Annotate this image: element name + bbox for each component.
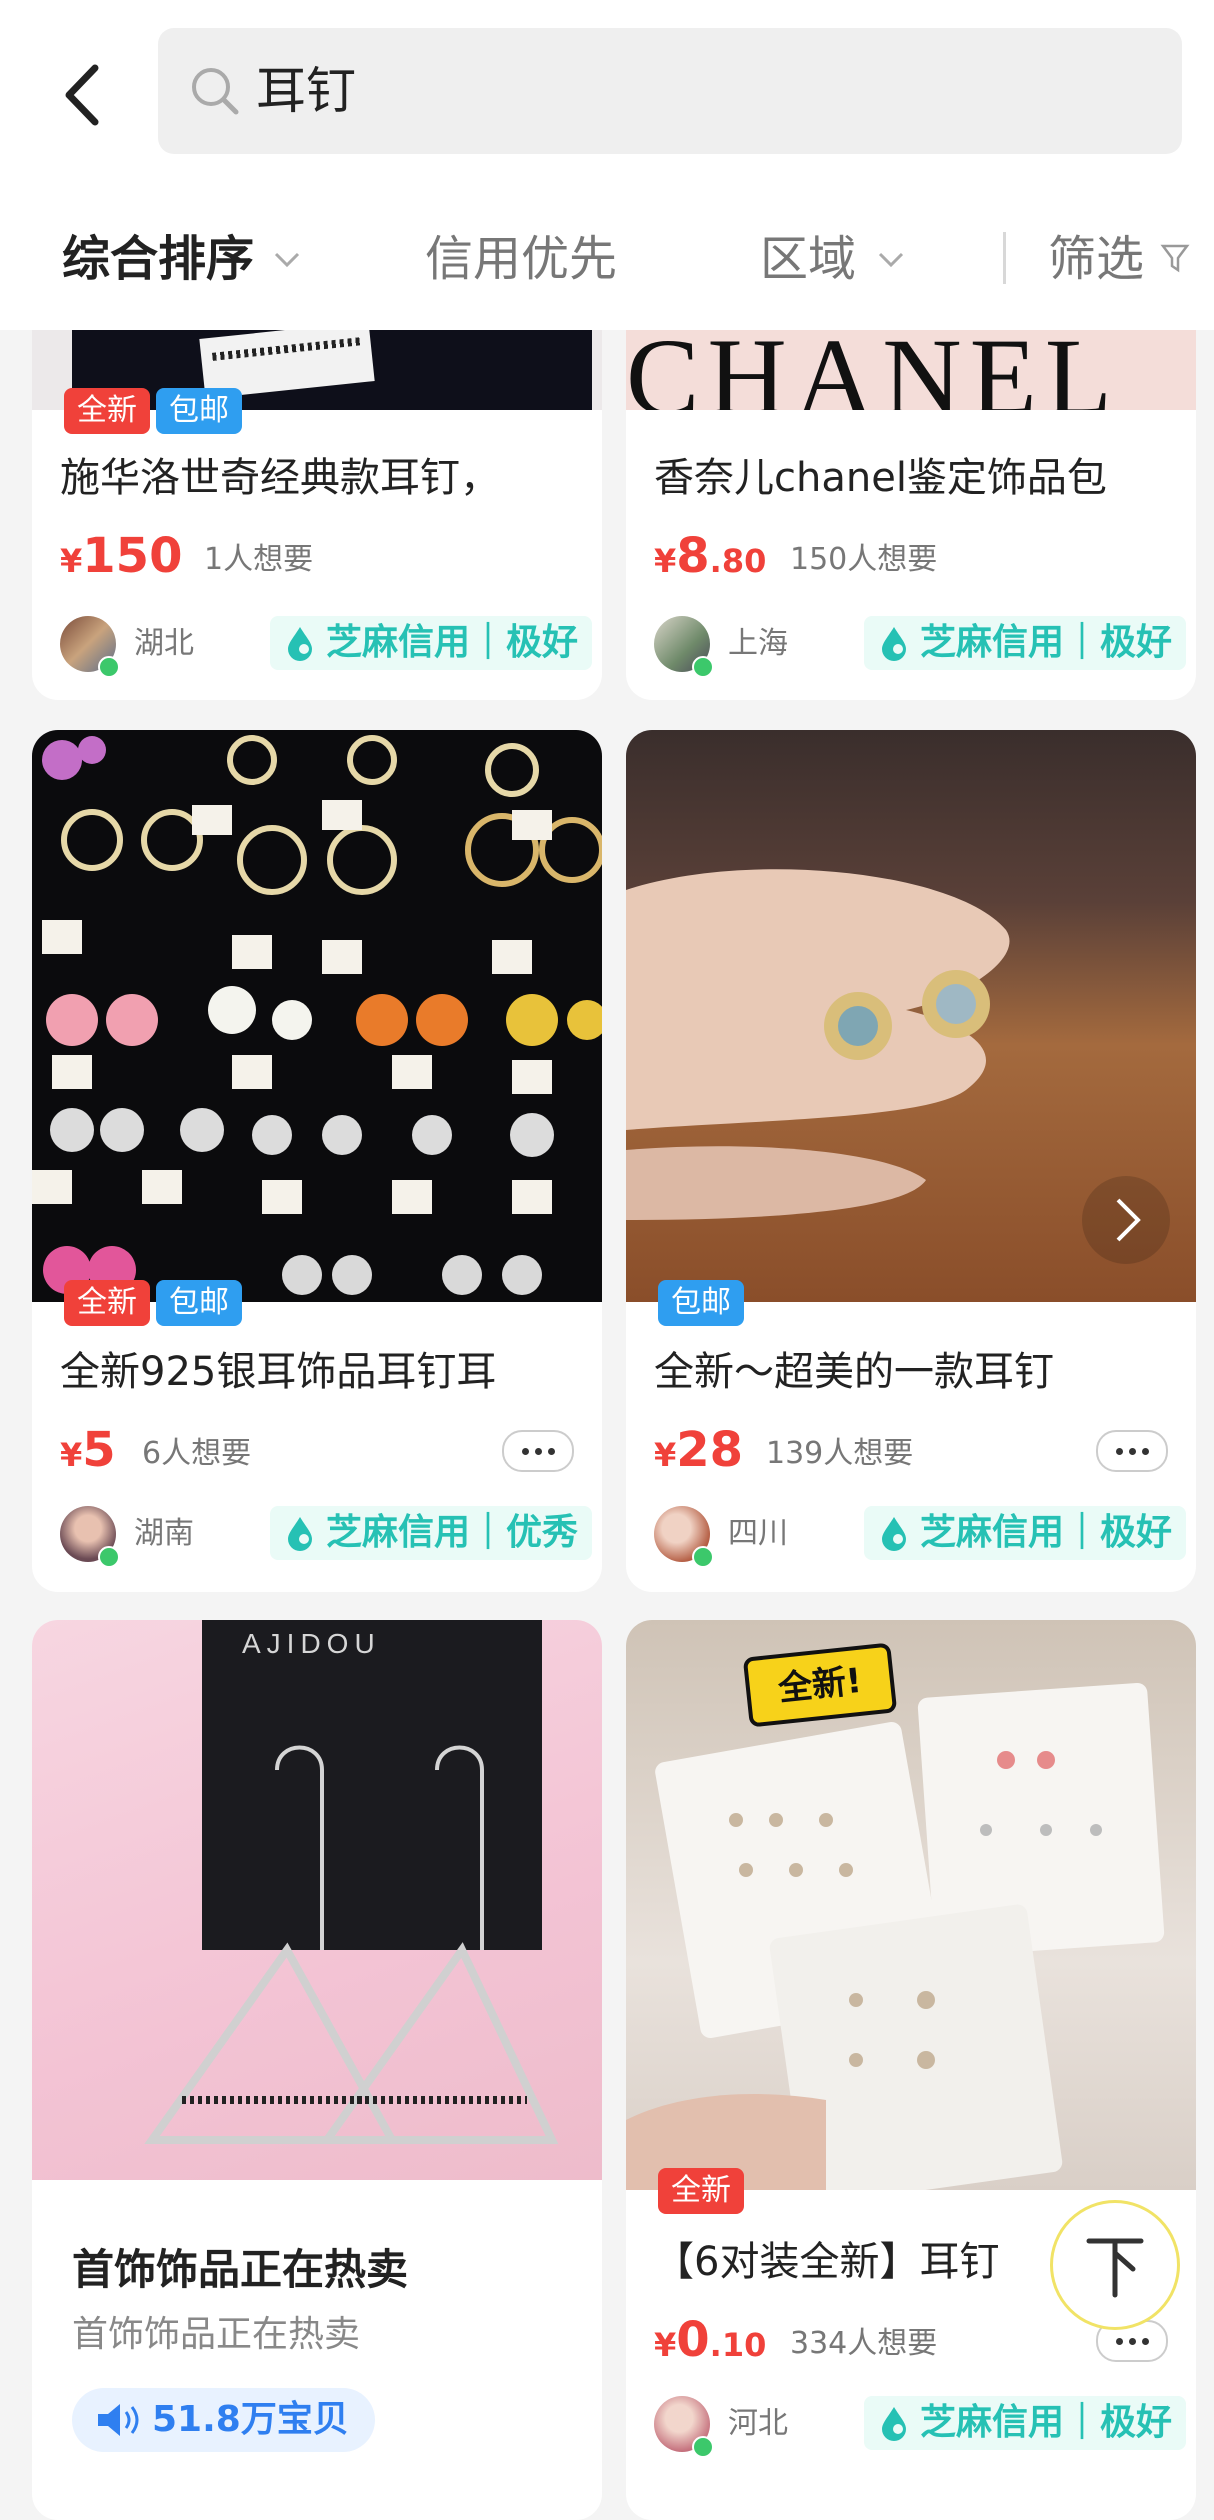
tab-credit-first[interactable]: 信用优先 [425,226,617,292]
product-price: ¥28 [654,1422,744,1478]
credit-badge: 芝麻信用｜极好 [864,2396,1187,2450]
online-dot [692,656,714,678]
filter-icon[interactable] [1160,242,1190,276]
seller-row: 上海 芝麻信用｜极好 [654,616,1187,678]
promo-item-count-badge[interactable]: 51.8万宝贝 [72,2388,375,2452]
product-image: 全新! [626,1620,1196,2190]
seller-region: 上海 [728,626,788,661]
seller-region: 四川 [728,1516,788,1551]
sesame-credit-icon [882,1517,906,1551]
product-image [626,730,1196,1302]
scroll-to-top-button[interactable] [1050,2200,1180,2330]
online-dot [98,656,120,678]
product-title: 香奈儿chanel鉴定饰品包 [654,455,1107,501]
want-count: 150人想要 [790,542,938,577]
product-image [32,730,602,1302]
speaker-icon [98,2404,139,2436]
product-price: ¥150 [60,528,183,584]
online-dot [692,2436,714,2458]
product-title: 全新925银耳饰品耳钉耳 [60,1349,497,1395]
product-price: ¥5 [60,1422,116,1478]
tab-divider [1003,232,1006,284]
sesame-credit-icon [882,627,906,661]
credit-badge: 芝麻信用｜极好 [864,1506,1187,1560]
seller-region: 湖南 [134,1516,194,1551]
chevron-down-icon [274,252,300,268]
product-title: 全新～超美的一款耳钉 [654,1349,1054,1395]
more-options-button[interactable] [1096,1430,1168,1472]
product-title: 【6对装全新】耳钉 [654,2239,1000,2285]
sesame-credit-icon [288,627,312,661]
sesame-credit-icon [288,1517,312,1551]
search-input[interactable]: 耳钉 [158,28,1182,154]
tab-filter[interactable]: 筛选 [1048,226,1144,292]
credit-badge: 芝麻信用｜优秀 [270,1506,593,1560]
want-count: 6人想要 [142,1436,252,1471]
product-price: ¥8.80 [654,528,767,584]
want-count: 139人想要 [766,1436,914,1471]
earring-in-hand-photo [626,869,1170,1264]
tag-free-shipping: 包邮 [658,1280,744,1326]
chevron-down-icon [878,252,904,268]
promo-subtitle: 首饰饰品正在热卖 [72,2314,361,2355]
online-dot [98,1546,120,1568]
want-count: 334人想要 [790,2326,938,2361]
more-options-button[interactable] [502,1430,574,1472]
search-query-text: 耳钉 [256,62,356,120]
credit-badge: 芝麻信用｜极好 [270,616,593,670]
product-card[interactable]: 全新 包邮 全新925银耳饰品耳钉耳 ¥5 6人想要 湖南 芝麻信用｜优秀 [32,730,602,1592]
top-bar: 耳钉 综合排序 信用优先 区域 筛选 [0,0,1214,330]
product-card[interactable]: 全新 包邮 施华洛世奇经典款耳钉， ¥150 1人想要 湖北 芝麻信用｜极好 [32,300,602,700]
tag-brand-new: 全新 [64,388,150,434]
arrow-to-top-icon [1086,2238,1144,2298]
back-button[interactable] [55,50,115,140]
product-card[interactable]: 全新! 全新 【6对装全新】耳钉 ¥0.10 334人想要 河北 芝麻信用｜极好 [626,1620,1196,2520]
back-arrow-icon [65,64,99,126]
product-card[interactable]: 包邮 全新～超美的一款耳钉 ¥28 139人想要 四川 芝麻信用｜极好 [626,730,1196,1592]
seller-region: 河北 [728,2406,788,2441]
promo-title: 首饰饰品正在热卖 [72,2245,409,2294]
tag-free-shipping: 包邮 [156,388,242,434]
product-price: ¥0.10 [654,2312,767,2368]
seller-row: 四川 芝麻信用｜极好 [654,1506,1187,1568]
product-title: 施华洛世奇经典款耳钉， [60,455,500,501]
tab-sort-comprehensive[interactable]: 综合排序 [62,226,254,292]
tag-brand-new: 全新 [658,2168,744,2214]
tag-brand-new: 全新 [64,1280,150,1326]
earrings-photo [32,735,602,1295]
tab-region[interactable]: 区域 [760,226,856,292]
seller-region: 湖北 [134,626,194,661]
credit-badge: 芝麻信用｜极好 [864,616,1187,670]
tag-free-shipping: 包邮 [156,1280,242,1326]
product-image: AJIDOU [32,1620,602,2180]
search-icon [192,68,239,115]
want-count: 1人想要 [204,542,314,577]
product-card[interactable]: CHANEL 香奈儿chanel鉴定饰品包 ¥8.80 150人想要 上海 芝麻… [626,300,1196,700]
seller-row: 湖南 芝麻信用｜优秀 [60,1506,593,1568]
sesame-credit-icon [882,2407,906,2441]
seller-row: 湖北 芝麻信用｜极好 [60,616,593,678]
seller-row: 河北 芝麻信用｜极好 [654,2396,1187,2458]
promo-card[interactable]: AJIDOU 首饰饰品正在热卖 首饰饰品正在热卖 51.8万宝贝 [32,1620,602,2520]
online-dot [692,1546,714,1568]
